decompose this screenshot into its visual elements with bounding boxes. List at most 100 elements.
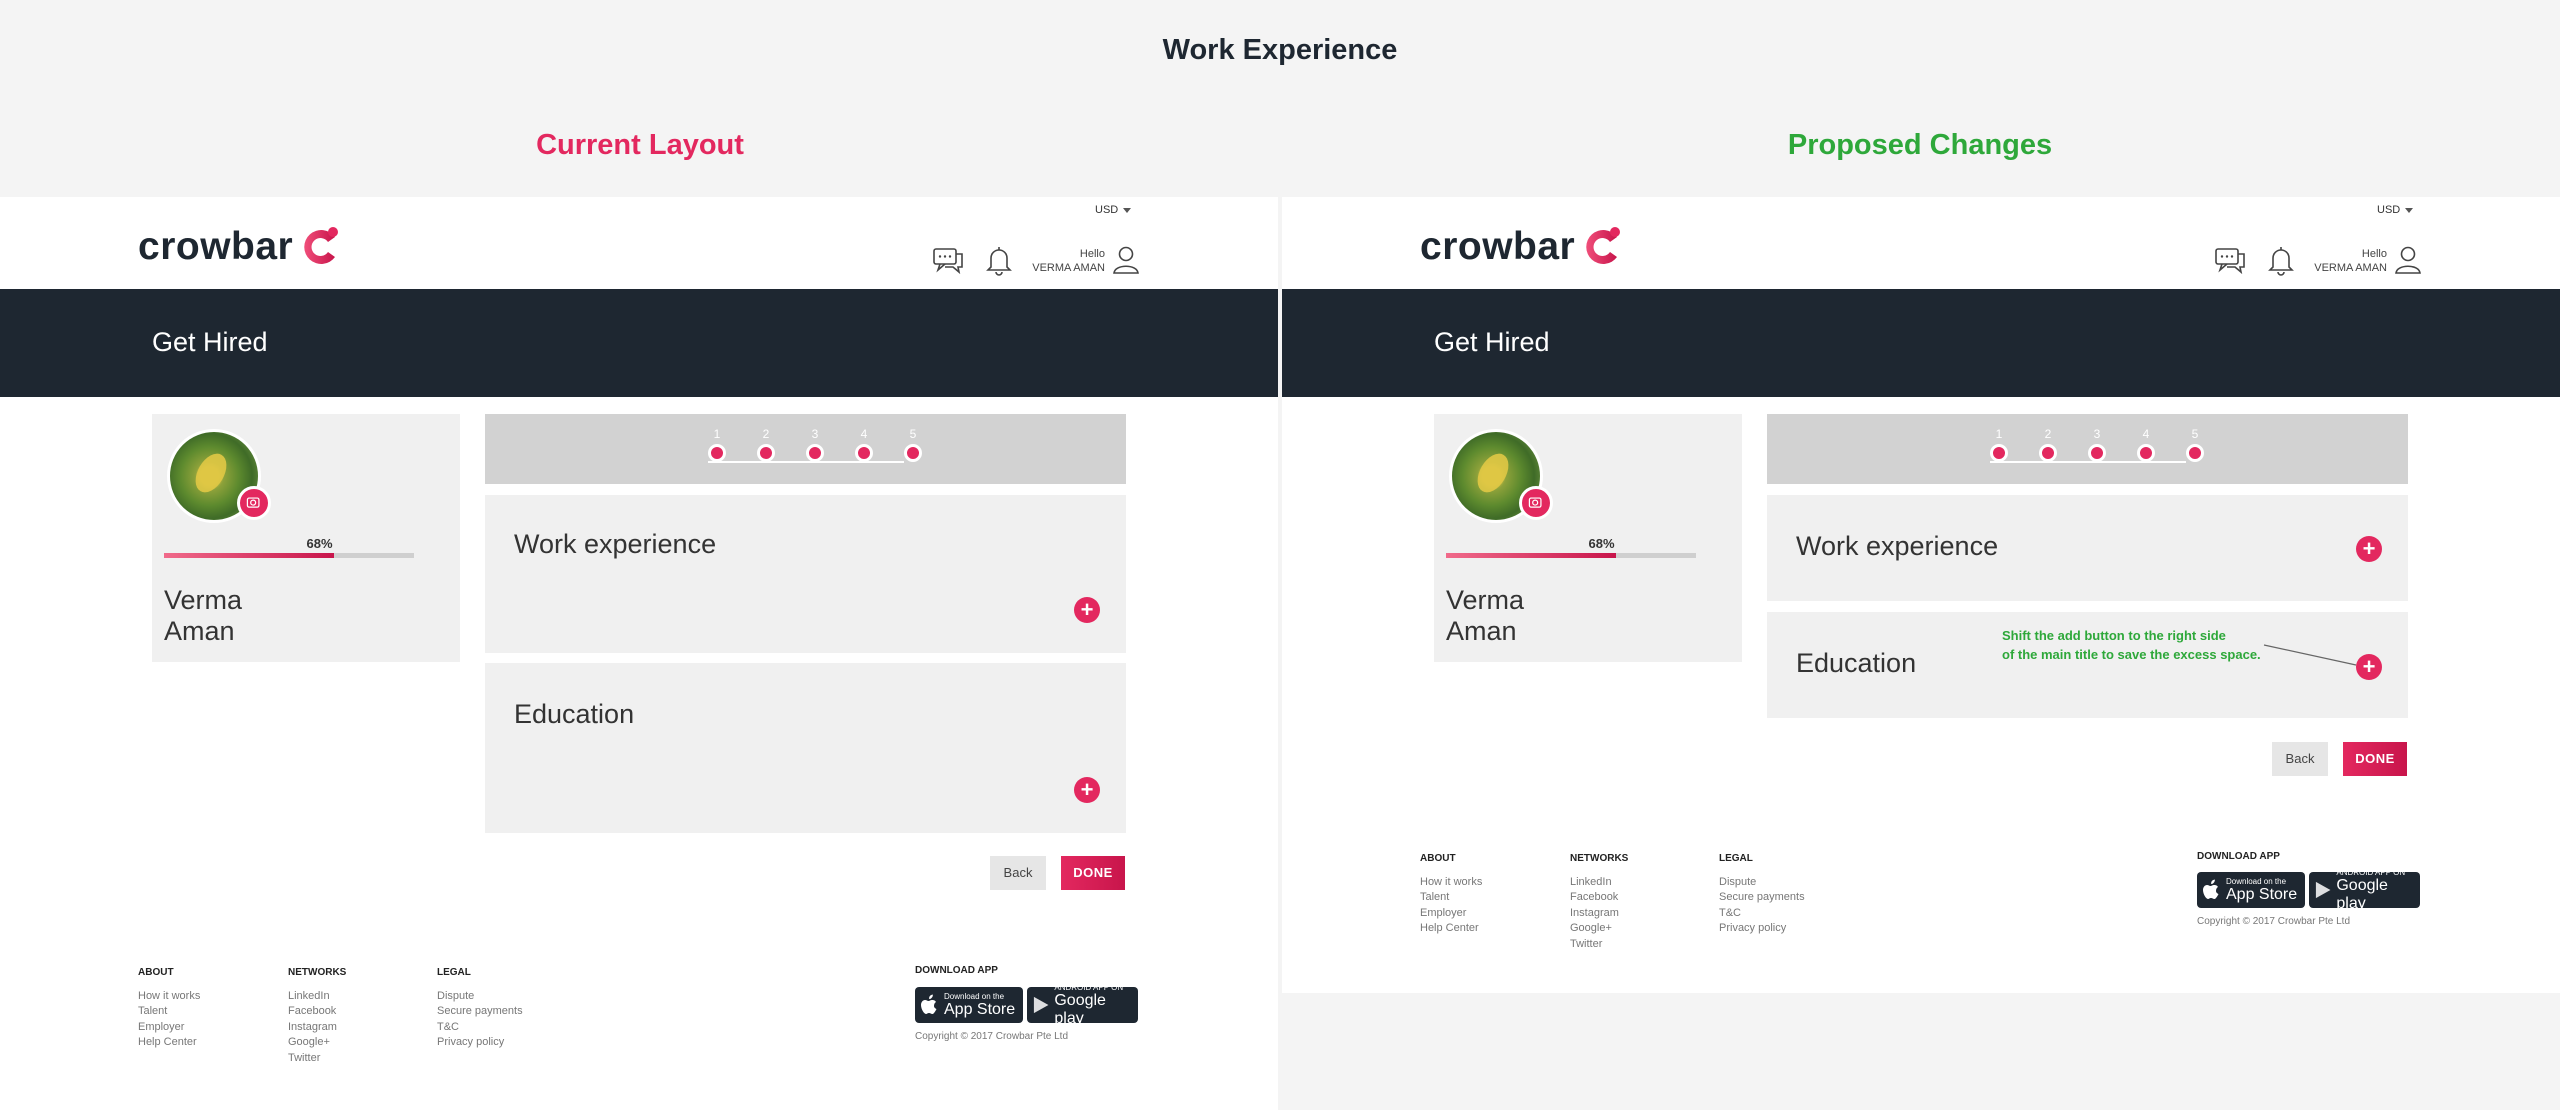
footer-link[interactable]: Talent	[1420, 890, 1482, 906]
step-number: 2	[762, 427, 770, 441]
app-store-badge[interactable]: Download on the App Store	[2197, 872, 2305, 908]
footer-link[interactable]: LinkedIn	[1570, 875, 1628, 891]
step-2[interactable]: 2	[2038, 426, 2058, 462]
app-store-text: Download on the App Store	[944, 992, 1015, 1019]
camera-icon[interactable]	[237, 486, 271, 520]
current-layout-panel: USD crowbar Hello VERMA AMAN Get Hired 6…	[0, 197, 1278, 1110]
step-3[interactable]: 3	[805, 426, 825, 462]
step-number: 5	[2191, 427, 2199, 441]
footer-link[interactable]: Instagram	[288, 1020, 346, 1036]
profile-progress-fill	[164, 553, 334, 558]
back-button[interactable]: Back	[990, 856, 1046, 890]
user-greeting[interactable]: Hello VERMA AMAN	[1030, 247, 1105, 275]
get-hired-banner: Get Hired	[0, 289, 1278, 397]
step-5[interactable]: 5	[2185, 426, 2205, 462]
google-play-badge[interactable]: ANDROID APP ON Google play	[1027, 983, 1138, 1027]
footer-link[interactable]: Dispute	[437, 989, 523, 1005]
step-5[interactable]: 5	[903, 426, 923, 462]
caret-down-icon	[1123, 207, 1132, 213]
chat-icon[interactable]	[931, 243, 965, 277]
google-play-badge[interactable]: ANDROID APP ON Google play	[2309, 868, 2420, 912]
footer-link[interactable]: Privacy policy	[437, 1035, 523, 1051]
crowbar-c-logo-icon	[304, 227, 339, 264]
currency-selector[interactable]: USD	[1095, 204, 1132, 216]
footer-link[interactable]: Employer	[138, 1020, 200, 1036]
google-play-big-text: Google play	[1054, 991, 1106, 1027]
profile-name: Verma Aman	[1446, 585, 1524, 647]
apple-icon	[921, 994, 937, 1014]
footer-link[interactable]: Dispute	[1719, 875, 1805, 891]
footer-link[interactable]: Twitter	[288, 1051, 346, 1067]
footer-link[interactable]: Instagram	[1570, 906, 1628, 922]
step-dot	[855, 444, 873, 462]
footer-link[interactable]: Help Center	[138, 1035, 200, 1051]
add-work-experience-button[interactable]: +	[2356, 536, 2382, 562]
done-button[interactable]: DONE	[1061, 856, 1125, 890]
footer-link[interactable]: How it works	[1420, 875, 1482, 891]
step-4[interactable]: 4	[2136, 426, 2156, 462]
footer-link[interactable]: How it works	[138, 989, 200, 1005]
step-dot	[2186, 444, 2204, 462]
back-button[interactable]: Back	[2272, 742, 2328, 776]
add-work-experience-button[interactable]: +	[1074, 597, 1100, 623]
education-section: Education +	[485, 663, 1126, 833]
caret-down-icon	[2405, 207, 2414, 213]
currency-selector[interactable]: USD	[2377, 204, 2414, 216]
profile-card: 68% Verma Aman	[152, 414, 460, 662]
step-4[interactable]: 4	[854, 426, 874, 462]
done-button[interactable]: DONE	[2343, 742, 2407, 776]
footer-link[interactable]: Privacy policy	[1719, 921, 1805, 937]
footer-link[interactable]: Facebook	[1570, 890, 1628, 906]
footer-link[interactable]: Twitter	[1570, 937, 1628, 953]
first-name: Verma	[164, 585, 243, 615]
step-3[interactable]: 3	[2087, 426, 2107, 462]
footer-link[interactable]: Secure payments	[437, 1004, 523, 1020]
currency-label: USD	[2377, 204, 2401, 216]
step-dot	[708, 444, 726, 462]
camera-icon[interactable]	[1519, 486, 1553, 520]
footer-link[interactable]: Secure payments	[1719, 890, 1805, 906]
banner-title: Get Hired	[152, 327, 268, 357]
download-app-heading: DOWNLOAD APP	[2197, 851, 2280, 862]
footer-link[interactable]: Employer	[1420, 906, 1482, 922]
footer-link[interactable]: LinkedIn	[288, 989, 346, 1005]
footer-about: ABOUT How it works Talent Employer Help …	[138, 965, 200, 1051]
footer-link[interactable]: Google+	[288, 1035, 346, 1051]
profile-progress-bar	[164, 553, 414, 558]
app-store-big-text: App Store	[2226, 885, 2298, 903]
bell-icon[interactable]	[2264, 243, 2298, 277]
crowbar-logo[interactable]: crowbar	[138, 222, 341, 272]
footer-networks: NETWORKS LinkedIn Facebook Instagram Goo…	[1570, 851, 1628, 952]
step-dot	[2039, 444, 2057, 462]
footer-link[interactable]: T&C	[1719, 906, 1805, 922]
step-1[interactable]: 1	[707, 426, 727, 462]
user-name-text: VERMA AMAN	[1032, 262, 1105, 274]
work-experience-title: Work experience	[1796, 531, 1999, 561]
footer-link[interactable]: Help Center	[1420, 921, 1482, 937]
footer-link[interactable]: Facebook	[288, 1004, 346, 1020]
app-store-small-text: Download on the	[2226, 876, 2287, 886]
step-1[interactable]: 1	[1989, 426, 2009, 462]
user-icon[interactable]	[1109, 243, 1143, 277]
logo-text: crowbar	[138, 225, 294, 268]
footer-link[interactable]: Talent	[138, 1004, 200, 1020]
step-2[interactable]: 2	[756, 426, 776, 462]
profile-card: 68% Verma Aman	[1434, 414, 1742, 662]
footer-legal-heading: LEGAL	[1719, 853, 1753, 864]
chat-icon[interactable]	[2213, 243, 2247, 277]
step-number: 2	[2044, 427, 2052, 441]
progress-percentage: 68%	[1588, 536, 1615, 551]
bell-icon[interactable]	[982, 243, 1016, 277]
crowbar-logo[interactable]: crowbar	[1420, 222, 1623, 272]
app-store-small-text: Download on the	[944, 991, 1005, 1001]
footer-link[interactable]: T&C	[437, 1020, 523, 1036]
footer-networks-heading: NETWORKS	[288, 967, 347, 978]
footer-link[interactable]: Google+	[1570, 921, 1628, 937]
add-education-button[interactable]: +	[1074, 777, 1100, 803]
user-greeting[interactable]: Hello VERMA AMAN	[2312, 247, 2387, 275]
logo-text: crowbar	[1420, 225, 1576, 268]
user-icon[interactable]	[2391, 243, 2425, 277]
footer-legal: LEGAL Dispute Secure payments T&C Privac…	[1719, 851, 1805, 937]
app-store-badge[interactable]: Download on the App Store	[915, 987, 1023, 1023]
footer-about: ABOUT How it works Talent Employer Help …	[1420, 851, 1482, 937]
